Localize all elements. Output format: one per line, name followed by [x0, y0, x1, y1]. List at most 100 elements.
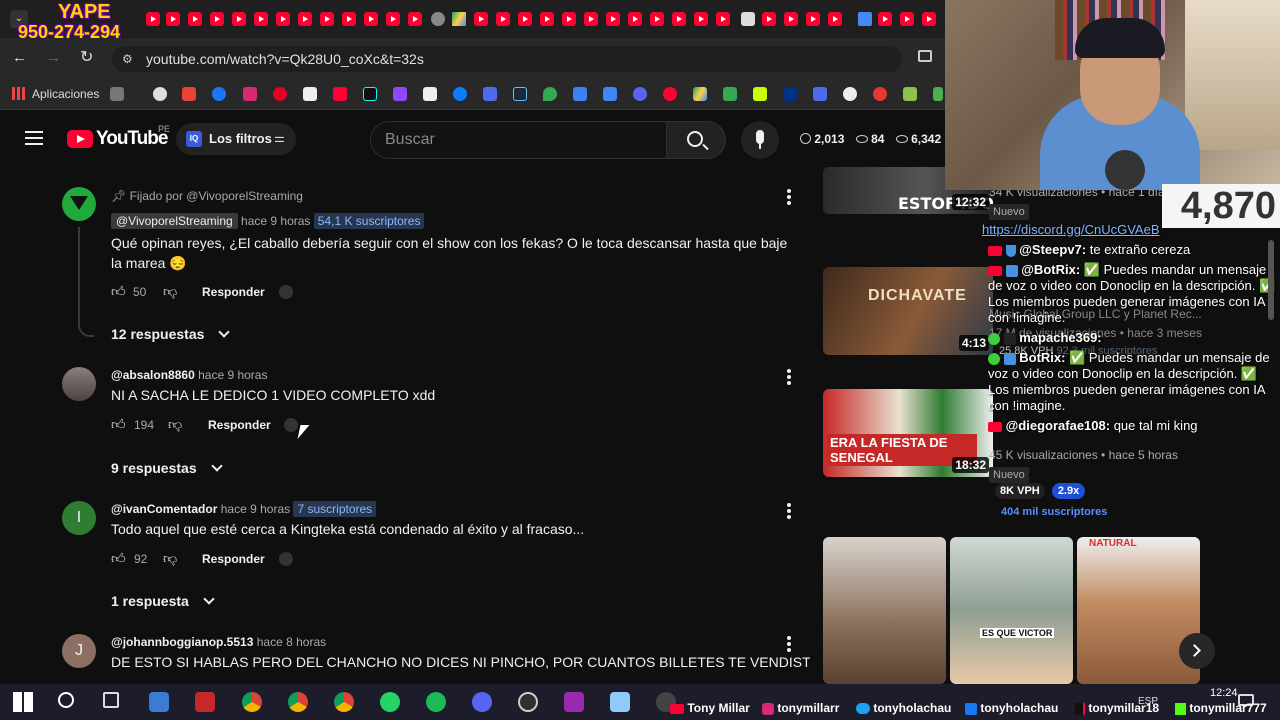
comment-author[interactable]: @johannboggianop.5513	[111, 635, 253, 649]
search-button[interactable]	[666, 121, 726, 159]
site-info-icon[interactable]: ⚙	[122, 46, 133, 72]
avatar[interactable]: J	[62, 634, 96, 668]
translate-icon[interactable]	[284, 418, 298, 432]
spotify-icon[interactable]	[426, 692, 446, 712]
paypal-bookmark-icon[interactable]	[783, 87, 797, 101]
comment-time[interactable]: hace 9 horas	[198, 368, 267, 382]
youtube-tab-icon[interactable]	[650, 12, 664, 26]
discord-icon[interactable]	[472, 692, 492, 712]
bookmark-icon[interactable]	[903, 87, 917, 101]
bookmark-icon[interactable]	[813, 87, 827, 101]
translate-icon[interactable]	[279, 285, 293, 299]
globe-tab-icon[interactable]	[431, 12, 445, 26]
youtube-tab-icon[interactable]	[784, 12, 798, 26]
more-options-icon[interactable]	[786, 634, 792, 654]
youtube-tab-icon[interactable]	[540, 12, 554, 26]
video-thumbnail[interactable]: ERA LA FIESTA DE SENEGAL 18:32	[823, 389, 993, 477]
avatar[interactable]	[62, 367, 96, 401]
avatar[interactable]	[62, 187, 96, 221]
discord-bookmark-icon[interactable]	[633, 87, 647, 101]
pinterest-bookmark-icon[interactable]	[273, 87, 287, 101]
youtube-tab-icon[interactable]	[166, 12, 180, 26]
youtube-tab-icon[interactable]	[474, 12, 488, 26]
time-display[interactable]: 12:24	[1210, 687, 1238, 699]
comment-time[interactable]: hace 9 horas	[241, 214, 310, 228]
author-chip[interactable]: @VivoporelStreaming	[111, 213, 238, 229]
like-icon[interactable]: 👍︎	[111, 550, 126, 567]
bookmark-icon[interactable]	[573, 87, 587, 101]
comment-time[interactable]: hace 9 horas	[221, 502, 290, 516]
youtube-tab-icon[interactable]	[584, 12, 598, 26]
dislike-icon[interactable]: 👎︎	[168, 416, 182, 433]
avatar[interactable]: I	[62, 501, 96, 535]
short-thumbnail[interactable]	[823, 537, 946, 684]
video-thumbnail[interactable]: DICHAVATE 4:13	[823, 267, 993, 355]
youtube-tab-icon[interactable]	[364, 12, 378, 26]
instagram-bookmark-icon[interactable]	[243, 87, 257, 101]
apps-bookmark-label[interactable]: Aplicaciones	[32, 87, 99, 101]
drive-tab-icon[interactable]	[452, 12, 466, 26]
gmail-bookmark-icon[interactable]	[182, 87, 196, 101]
chrome-icon[interactable]	[334, 692, 354, 712]
comment-author[interactable]: @absalon8860	[111, 368, 195, 382]
gallery-bookmark-icon[interactable]	[423, 87, 437, 101]
facebook-bookmark-icon[interactable]	[212, 87, 226, 101]
youtube-bookmark-icon[interactable]	[663, 87, 677, 101]
youtube-tab-icon[interactable]	[672, 12, 686, 26]
twitch-bookmark-icon[interactable]	[393, 87, 407, 101]
translate-icon[interactable]	[279, 552, 293, 566]
youtube-tab-icon[interactable]	[298, 12, 312, 26]
reload-icon[interactable]: ↻	[80, 47, 93, 67]
youtube-tab-icon[interactable]	[386, 12, 400, 26]
hamburger-menu-icon[interactable]	[25, 131, 43, 145]
apps-grid-icon[interactable]	[12, 87, 25, 100]
windows-start-icon[interactable]	[13, 692, 33, 712]
youtube-tab-icon[interactable]	[210, 12, 224, 26]
messenger-bookmark-icon[interactable]	[453, 87, 467, 101]
more-options-icon[interactable]	[786, 187, 792, 207]
youtube-tab-icon[interactable]	[254, 12, 268, 26]
reply-button[interactable]: Responder	[208, 418, 271, 432]
comment-time[interactable]: hace 8 horas	[257, 635, 326, 649]
chrome-icon[interactable]	[242, 692, 262, 712]
dislike-icon[interactable]: 👎︎	[163, 283, 177, 300]
youtube-tab-icon[interactable]	[342, 12, 356, 26]
bookmark-icon[interactable]	[723, 87, 737, 101]
reply-button[interactable]: Responder	[202, 285, 265, 299]
tiktok-bookmark-icon[interactable]	[363, 87, 377, 101]
bookmark-icon[interactable]	[753, 87, 767, 101]
task-view-icon[interactable]	[103, 692, 119, 708]
youtube-tab-icon[interactable]	[828, 12, 842, 26]
install-app-icon[interactable]	[918, 50, 932, 62]
youtube-tab-icon[interactable]	[518, 12, 532, 26]
github-bookmark-icon[interactable]	[843, 87, 857, 101]
like-icon[interactable]: 👍︎	[111, 283, 126, 300]
app-icon[interactable]	[195, 692, 215, 712]
view-replies-button[interactable]: 9 respuestas	[111, 460, 223, 476]
maps-bookmark-icon[interactable]	[543, 87, 557, 101]
youtube-tab-icon[interactable]	[276, 12, 290, 26]
youtube-tab-icon[interactable]	[694, 12, 708, 26]
active-tab-icon[interactable]	[741, 12, 755, 26]
youtube-tab-icon[interactable]	[496, 12, 510, 26]
youtube-tab-icon[interactable]	[606, 12, 620, 26]
search-input[interactable]: Buscar	[370, 121, 666, 159]
view-replies-button[interactable]: 1 respuesta	[111, 593, 215, 609]
chrome-icon[interactable]	[288, 692, 308, 712]
bookmark-icon[interactable]	[483, 87, 497, 101]
translate-bookmark-icon[interactable]	[603, 87, 617, 101]
bookmark-icon[interactable]	[933, 87, 943, 101]
youtube-tab-icon[interactable]	[320, 12, 334, 26]
youtube-tab-icon[interactable]	[188, 12, 202, 26]
url-field[interactable]: ⚙ youtube.com/watch?v=Qk28U0_coXc&t=32s	[112, 46, 902, 72]
youtube-tab-icon[interactable]	[408, 12, 422, 26]
back-arrow-icon[interactable]: ←	[12, 49, 27, 66]
app-icon[interactable]	[564, 692, 584, 712]
alert-bookmark-icon[interactable]	[873, 87, 887, 101]
youtube-tab-icon[interactable]	[762, 12, 776, 26]
more-options-icon[interactable]	[786, 501, 792, 521]
chatgpt-bookmark-icon[interactable]	[153, 87, 167, 101]
reply-button[interactable]: Responder	[202, 552, 265, 566]
docs-tab-icon[interactable]	[858, 12, 872, 26]
youtube-tab-icon[interactable]	[716, 12, 730, 26]
